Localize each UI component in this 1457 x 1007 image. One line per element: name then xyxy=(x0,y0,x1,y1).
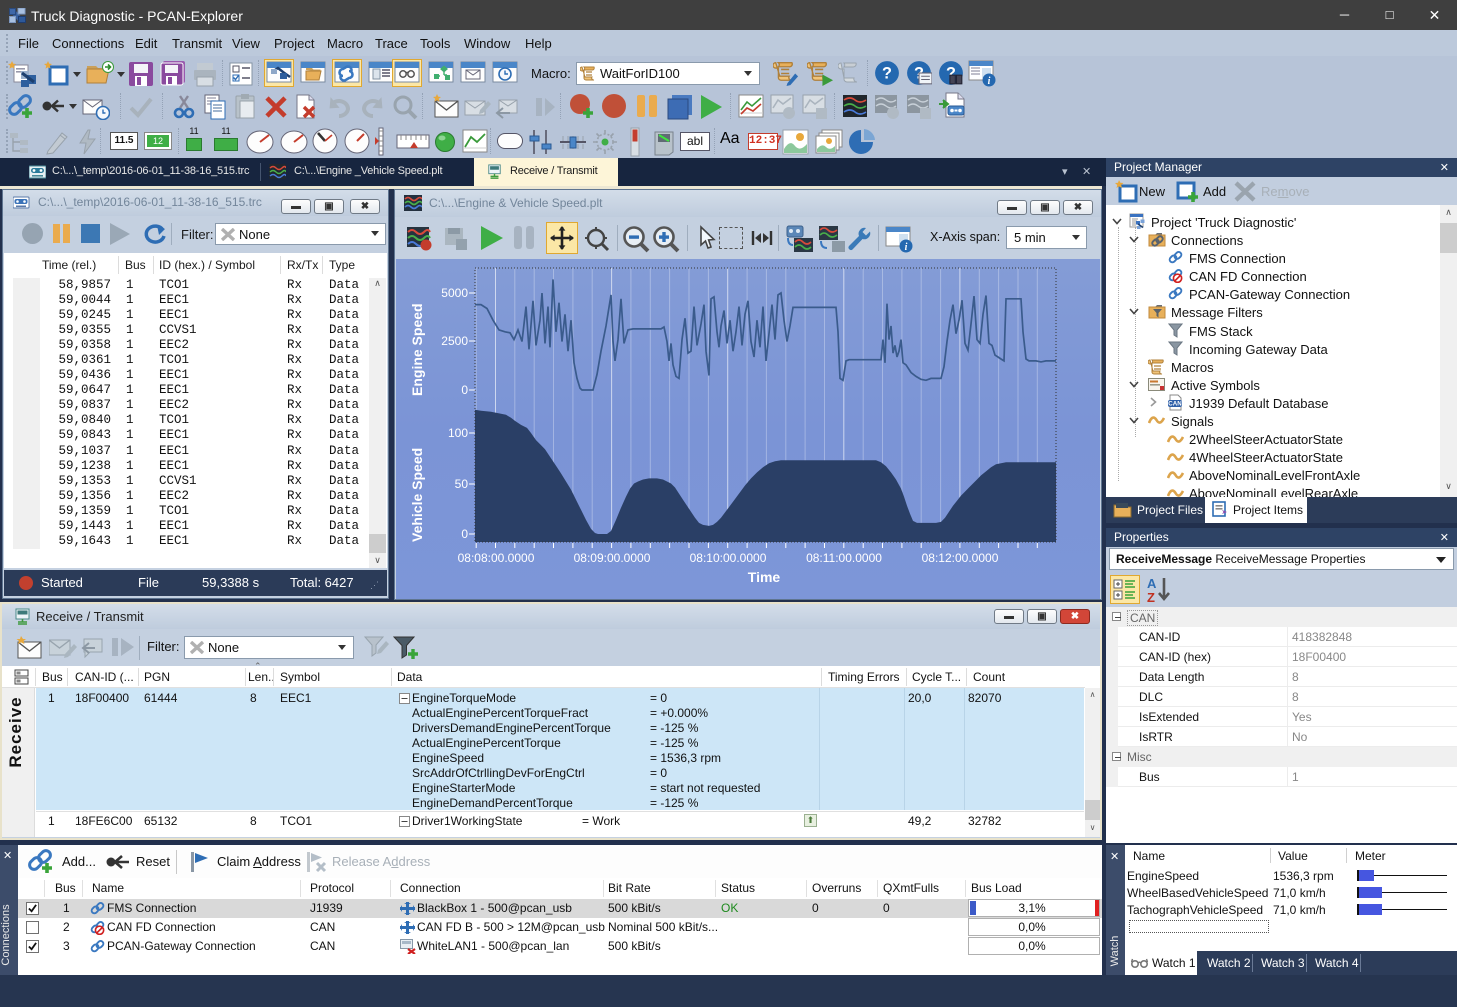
svg-text:i: i xyxy=(988,76,991,87)
svg-text:?: ? xyxy=(882,64,892,82)
svg-text:Engine Speed: Engine Speed xyxy=(409,303,425,396)
svg-text:0: 0 xyxy=(461,527,468,541)
svg-text:2500: 2500 xyxy=(441,334,468,348)
svg-text:08:12:00.0000: 08:12:00.0000 xyxy=(922,551,999,565)
svg-text:Vehicle Speed: Vehicle Speed xyxy=(409,448,425,542)
svg-text:50: 50 xyxy=(455,477,469,491)
svg-text:100: 100 xyxy=(448,426,468,440)
svg-text:i: i xyxy=(905,242,908,253)
svg-text:0: 0 xyxy=(461,383,468,397)
svg-text:08:10:00.0000: 08:10:00.0000 xyxy=(690,551,767,565)
svg-text:08:09:00.0000: 08:09:00.0000 xyxy=(574,551,651,565)
svg-text:5000: 5000 xyxy=(441,286,468,300)
svg-text:CAN: CAN xyxy=(1168,401,1182,408)
svg-text:Z: Z xyxy=(1147,590,1155,604)
svg-text:08:08:00.0000: 08:08:00.0000 xyxy=(458,551,535,565)
svg-text:08:11:00.0000: 08:11:00.0000 xyxy=(806,551,882,565)
svg-text:A: A xyxy=(1147,576,1157,591)
svg-text:Time: Time xyxy=(748,569,781,585)
